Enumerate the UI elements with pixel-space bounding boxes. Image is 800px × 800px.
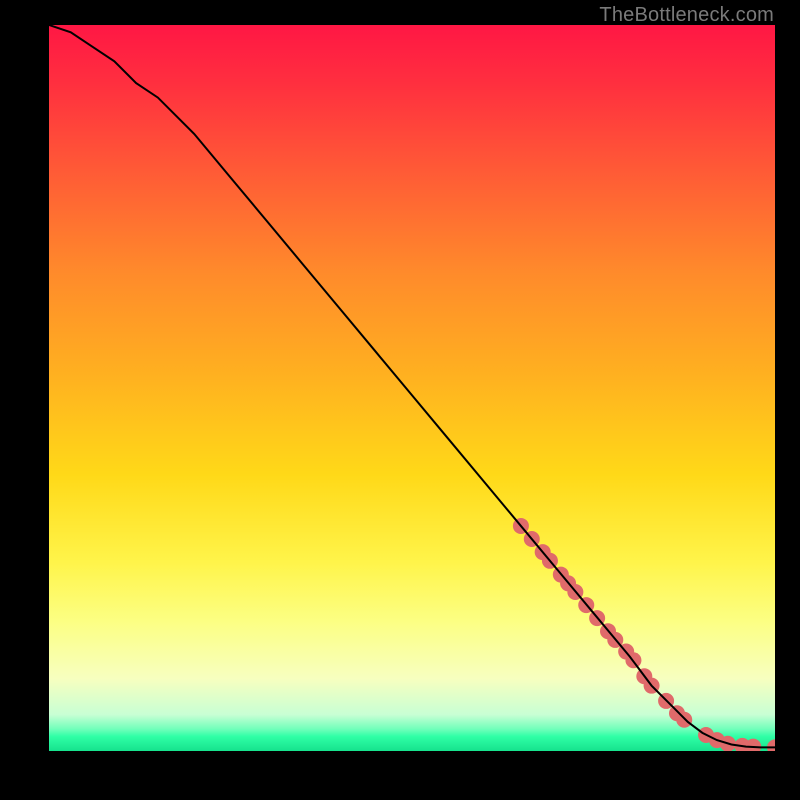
plot-area [49, 25, 775, 751]
chart-overlay-svg [49, 25, 775, 751]
marker-dot [767, 739, 775, 751]
markers-group [513, 518, 775, 751]
marker-dot [676, 712, 692, 728]
curve-path [49, 25, 775, 747]
attribution-label: TheBottleneck.com [599, 4, 774, 27]
chart-stage: TheBottleneck.com [0, 0, 800, 800]
